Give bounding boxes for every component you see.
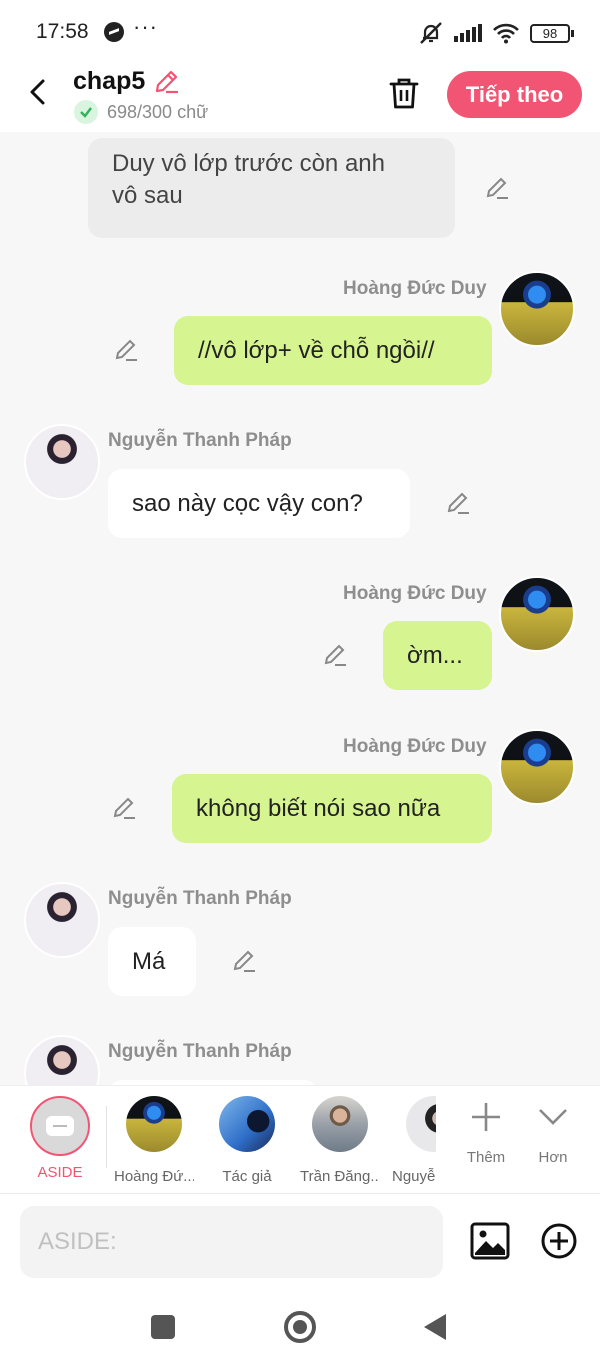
character-tac-gia[interactable]: Tác giả: [207, 1096, 287, 1185]
word-count: 698/300 chữ: [107, 102, 209, 122]
edit-message-icon[interactable]: [322, 642, 348, 668]
image-icon[interactable]: [470, 1222, 510, 1260]
message-bubble[interactable]: //vô lớp+ về chỗ ngồi//: [174, 316, 492, 385]
aside-label: ASIDE: [37, 1164, 83, 1181]
check-icon: [74, 100, 98, 124]
character-label: Hoàng Đứ...: [114, 1168, 194, 1185]
add-label: Thêm: [466, 1149, 506, 1166]
system-nav-bar: [0, 1293, 600, 1367]
back-button[interactable]: [424, 1314, 446, 1340]
edit-message-icon[interactable]: [111, 795, 137, 821]
message-text: sao này cọc vậy con?: [132, 489, 363, 517]
avatar[interactable]: [24, 1035, 100, 1085]
avatar[interactable]: [24, 424, 100, 500]
aside-button[interactable]: [30, 1096, 90, 1156]
character-selector: ASIDE Hoàng Đứ... Tác giả Trần Đăng... N…: [0, 1085, 600, 1193]
aside-message-line-2: vô sau: [112, 182, 183, 209]
sender-name: Nguyễn Thanh Pháp: [108, 888, 292, 909]
status-icons: 98: [418, 20, 574, 46]
message-bubble[interactable]: ờm...: [383, 621, 492, 690]
plus-icon: [472, 1103, 500, 1131]
sender-name: Hoàng Đức Duy: [343, 278, 487, 299]
message-bubble[interactable]: sao này cọc vậy con?: [108, 469, 410, 538]
aside-message-line-1: Duy vô lớp trước còn anh: [112, 150, 385, 177]
more-button[interactable]: Hơn: [523, 1100, 583, 1166]
editor-header: chap5 698/300 chữ Tiếp theo: [0, 62, 600, 132]
sender-name: Nguyễn Thanh Pháp: [108, 430, 292, 451]
next-button[interactable]: Tiếp theo: [447, 71, 582, 118]
avatar[interactable]: [499, 271, 575, 347]
edit-message-icon[interactable]: [231, 948, 257, 974]
chapter-title[interactable]: chap5: [73, 67, 145, 96]
composer: [0, 1193, 600, 1293]
back-arrow-icon[interactable]: [24, 77, 54, 107]
character-label: Trần Đăng...: [300, 1168, 380, 1185]
mute-icon: [420, 22, 442, 44]
sender-name: Hoàng Đức Duy: [343, 736, 487, 757]
messenger-icon: [104, 22, 124, 42]
battery-icon: 98: [530, 23, 574, 43]
chat-area[interactable]: Duy vô lớp trước còn anh vô sau Hoàng Đứ…: [0, 132, 600, 1085]
sender-name: Nguyễn Thanh Pháp: [108, 1041, 292, 1062]
message-text: Má: [132, 947, 166, 975]
wifi-icon: [493, 23, 519, 44]
edit-message-icon[interactable]: [484, 175, 510, 201]
chevron-down-icon: [539, 1109, 567, 1125]
message-bubble[interactable]: không biết nói sao nữa: [172, 774, 492, 843]
character-label: Tác giả: [222, 1168, 272, 1185]
character-nguyen[interactable]: Nguyễ: [392, 1096, 436, 1185]
message-bubble[interactable]: Má: [108, 927, 196, 996]
character-label: Nguyễ: [392, 1168, 436, 1185]
more-label: Hơn: [538, 1149, 568, 1166]
avatar[interactable]: [499, 576, 575, 652]
edit-message-icon[interactable]: [445, 490, 471, 516]
avatar: [219, 1096, 275, 1152]
status-time: 17:58: [36, 20, 89, 43]
avatar[interactable]: [24, 882, 100, 958]
aside-message[interactable]: Duy vô lớp trước còn anh vô sau: [88, 138, 455, 238]
divider: [106, 1106, 107, 1168]
aside-icon: [46, 1116, 74, 1136]
message-text: không biết nói sao nữa: [196, 794, 441, 822]
trash-icon[interactable]: [388, 76, 420, 110]
edit-message-icon[interactable]: [113, 337, 139, 363]
avatar: [406, 1096, 436, 1152]
home-button[interactable]: [284, 1311, 316, 1343]
more-notifications-indicator: ···: [133, 14, 158, 39]
character-hoang-duc-duy[interactable]: Hoàng Đứ...: [114, 1096, 194, 1185]
status-bar: 17:58 ··· 98: [0, 0, 600, 62]
edit-title-icon[interactable]: [152, 68, 180, 96]
add-character-button[interactable]: Thêm: [456, 1100, 516, 1166]
avatar: [126, 1096, 182, 1152]
add-circle-icon[interactable]: [540, 1222, 578, 1260]
character-tran-dang[interactable]: Trần Đăng...: [300, 1096, 380, 1185]
avatar: [312, 1096, 368, 1152]
message-text: //vô lớp+ về chỗ ngồi//: [198, 336, 435, 364]
recent-apps-button[interactable]: [151, 1315, 175, 1339]
sender-name: Hoàng Đức Duy: [343, 583, 487, 604]
avatar[interactable]: [499, 729, 575, 805]
signal-icon: [454, 24, 482, 42]
message-text: ờm...: [407, 641, 463, 669]
message-input[interactable]: [20, 1206, 443, 1278]
